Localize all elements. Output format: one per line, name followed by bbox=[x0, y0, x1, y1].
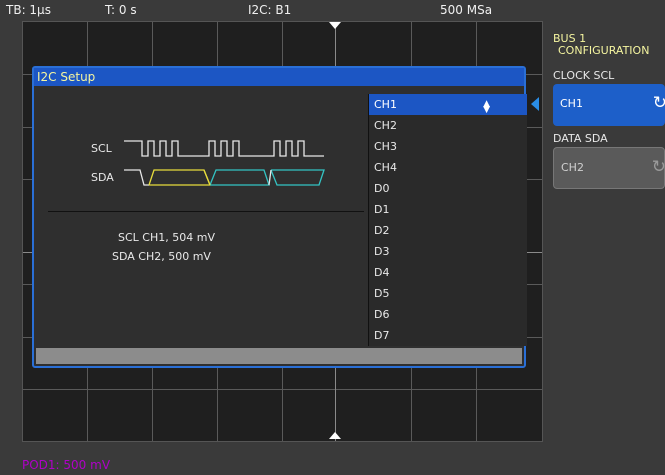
source-item-ch1[interactable]: CH1 bbox=[369, 94, 527, 115]
rotary-knob-icon: ↻ bbox=[652, 93, 665, 113]
source-item-ch3[interactable]: CH3 bbox=[369, 136, 527, 157]
source-item-ch2[interactable]: CH2 bbox=[369, 115, 527, 136]
dialog-title: I2C Setup bbox=[34, 68, 524, 86]
data-sda-label: DATA SDA bbox=[553, 132, 608, 145]
i2c-setup-dialog: I2C Setup SCL SDA SCL CH1, 504 mV SDA CH… bbox=[32, 66, 527, 368]
scl-label: SCL bbox=[91, 142, 112, 155]
data-sda-value: CH2 bbox=[561, 161, 584, 174]
status-bar: TB: 1µs T: 0 s I2C: B1 500 MSa bbox=[0, 0, 540, 20]
bus-readout[interactable]: I2C: B1 bbox=[248, 3, 291, 17]
clock-scl-label: CLOCK SCL bbox=[553, 69, 615, 82]
i2c-signal-diagram bbox=[124, 140, 325, 186]
clock-scl-value: CH1 bbox=[560, 97, 583, 110]
sidebar-subtitle: CONFIGURATION bbox=[558, 44, 650, 57]
source-list[interactable]: CH1 CH2 CH3 CH4 D0 D1 D2 D3 D4 D5 D6 D7 bbox=[368, 94, 527, 346]
source-item-d7[interactable]: D7 bbox=[369, 325, 527, 346]
sda-label: SDA bbox=[91, 171, 114, 184]
rotary-knob-icon: ↻ bbox=[651, 157, 665, 177]
dialog-status-bar bbox=[36, 348, 522, 364]
sample-rate-readout: 500 MSa bbox=[440, 3, 493, 17]
selection-pointer-icon bbox=[531, 97, 539, 111]
sda-info: SDA CH2, 500 mV bbox=[112, 250, 211, 263]
source-item-d2[interactable]: D2 bbox=[369, 220, 527, 241]
scl-info: SCL CH1, 504 mV bbox=[118, 231, 215, 244]
source-item-d1[interactable]: D1 bbox=[369, 199, 527, 220]
source-item-d6[interactable]: D6 bbox=[369, 304, 527, 325]
data-sda-button[interactable]: CH2 ↻ bbox=[553, 147, 665, 189]
source-item-ch4[interactable]: CH4 bbox=[369, 157, 527, 178]
source-item-d3[interactable]: D3 bbox=[369, 241, 527, 262]
source-item-d5[interactable]: D5 bbox=[369, 283, 527, 304]
trigger-time-readout[interactable]: T: 0 s bbox=[105, 3, 137, 17]
grid-line bbox=[23, 389, 542, 390]
signal-preview: SCL SDA SCL CH1, 504 mV SDA CH2, 500 mV bbox=[34, 86, 367, 348]
scroll-arrows-icon[interactable]: ▲ ▼ bbox=[483, 100, 490, 115]
source-item-d0[interactable]: D0 bbox=[369, 178, 527, 199]
trigger-marker-bottom[interactable] bbox=[329, 432, 341, 439]
separator bbox=[48, 211, 364, 212]
pod-readout: POD1: 500 mV bbox=[22, 458, 111, 472]
trigger-position-marker[interactable] bbox=[329, 22, 341, 29]
source-item-d4[interactable]: D4 bbox=[369, 262, 527, 283]
timebase-readout[interactable]: TB: 1µs bbox=[6, 3, 51, 17]
clock-scl-button[interactable]: CH1 ↻ bbox=[553, 84, 665, 126]
